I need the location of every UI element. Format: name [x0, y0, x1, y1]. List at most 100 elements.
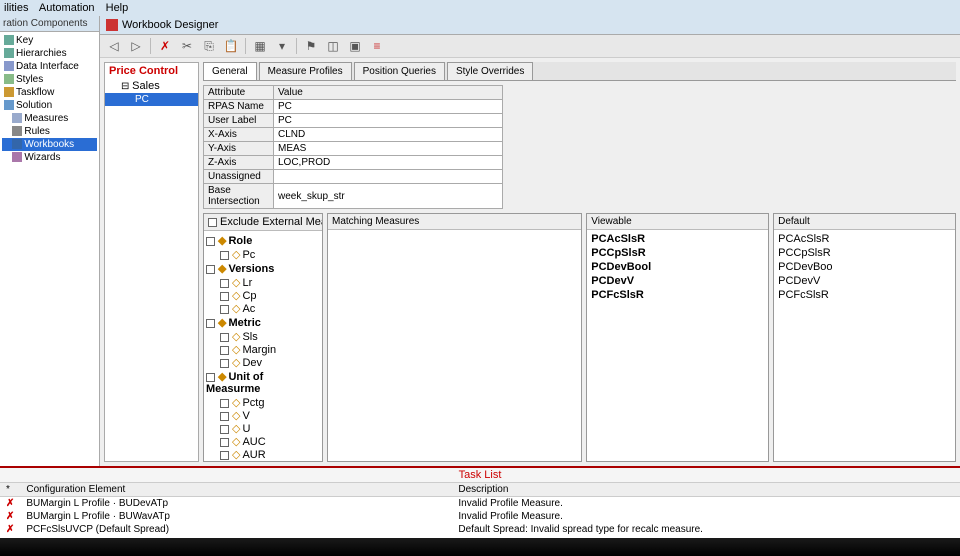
- group-versions[interactable]: ◆Versions: [206, 261, 320, 276]
- grid-button[interactable]: ▦: [252, 38, 268, 54]
- attr-col-value: Value: [274, 86, 503, 100]
- workbook-title-bar: Workbook Designer: [100, 16, 960, 35]
- copy-button[interactable]: ⎘: [201, 38, 217, 54]
- menu-bar: ilities Automation Help: [0, 0, 960, 16]
- table-row[interactable]: X-AxisCLND: [204, 128, 503, 142]
- component-measures[interactable]: Measures: [2, 112, 97, 125]
- table-row[interactable]: Z-AxisLOC,PROD: [204, 156, 503, 170]
- exclude-header: Exclude External Measures: [204, 214, 322, 231]
- workbook-nav[interactable]: Price Control ⊟ Sales PC: [104, 62, 199, 462]
- default-list[interactable]: PCAcSlsRPCCpSlsRPCDevBooPCDevVPCFcSlsR: [774, 230, 955, 461]
- table-row[interactable]: RPAS NamePC: [204, 100, 503, 114]
- component-hierarchies[interactable]: Hierarchies: [2, 47, 97, 60]
- component-key[interactable]: Key: [2, 34, 97, 47]
- list-item[interactable]: ◇Lr: [206, 276, 320, 289]
- task-row[interactable]: ✗BUMargin L Profile · BUWavATpInvalid Pr…: [0, 510, 960, 523]
- components-header: ration Components: [0, 16, 99, 32]
- task-list-title: Task List: [0, 468, 960, 483]
- chart-button[interactable]: ≡: [369, 38, 385, 54]
- component-styles[interactable]: Styles: [2, 73, 97, 86]
- task-list-panel: Task List *Configuration ElementDescript…: [0, 466, 960, 538]
- paste-button[interactable]: 📋: [223, 38, 239, 54]
- list-item[interactable]: ◇Margin: [206, 343, 320, 356]
- viewable-header: Viewable: [587, 214, 768, 230]
- default-header: Default: [774, 214, 955, 230]
- viewable-list[interactable]: PCAcSlsRPCCpSlsRPCDevBoolPCDevVPCFcSlsR: [587, 230, 768, 461]
- components-panel: ration Components KeyHierarchiesData Int…: [0, 16, 100, 466]
- tool2-button[interactable]: ▣: [347, 38, 363, 54]
- list-item[interactable]: ◇Pc: [206, 248, 320, 261]
- tool1-button[interactable]: ◫: [325, 38, 341, 54]
- tab-general[interactable]: General: [203, 62, 257, 80]
- component-workbooks[interactable]: Workbooks: [2, 138, 97, 151]
- list-item[interactable]: PCAcSlsR: [776, 232, 953, 246]
- task-list-table[interactable]: *Configuration ElementDescription✗BUMarg…: [0, 483, 960, 536]
- list-item[interactable]: PCAcSlsR: [589, 232, 766, 246]
- list-item[interactable]: ◇Sls: [206, 330, 320, 343]
- exclude-panel: Exclude External Measures ◆Role◇Pc◆Versi…: [203, 213, 323, 462]
- workbook-icon: [106, 19, 118, 31]
- table-row[interactable]: User LabelPC: [204, 114, 503, 128]
- list-item[interactable]: ◇U: [206, 422, 320, 435]
- list-item[interactable]: ◇Pctg: [206, 396, 320, 409]
- group-unit-of-measurme[interactable]: ◆Unit of Measurme: [206, 369, 320, 396]
- tab-measure-profiles[interactable]: Measure Profiles: [259, 62, 352, 80]
- nav-leaf[interactable]: PC: [105, 93, 198, 106]
- group-metric[interactable]: ◆Metric: [206, 315, 320, 330]
- nav-child[interactable]: ⊟ Sales: [105, 79, 198, 93]
- tabs: GeneralMeasure ProfilesPosition QueriesS…: [203, 62, 956, 81]
- component-rules[interactable]: Rules: [2, 125, 97, 138]
- group-role[interactable]: ◆Role: [206, 233, 320, 248]
- delete-button[interactable]: ✗: [157, 38, 173, 54]
- component-taskflow[interactable]: Taskflow: [2, 86, 97, 99]
- attributes-table[interactable]: AttributeValueRPAS NamePCUser LabelPCX-A…: [203, 85, 503, 209]
- list-item[interactable]: PCCpSlsR: [589, 246, 766, 260]
- list-item[interactable]: PCCpSlsR: [776, 246, 953, 260]
- exclude-all-checkbox[interactable]: [208, 218, 217, 227]
- list-item[interactable]: PCFcSlsR: [589, 288, 766, 302]
- menu-help[interactable]: Help: [106, 2, 129, 14]
- workbook-title: Workbook Designer: [122, 19, 218, 31]
- table-row[interactable]: Y-AxisMEAS: [204, 142, 503, 156]
- component-wizards[interactable]: Wizards: [2, 151, 97, 164]
- list-item[interactable]: PCDevBool: [589, 260, 766, 274]
- tasklist-col: Description: [452, 483, 960, 497]
- list-item[interactable]: ◇Ac: [206, 302, 320, 315]
- list-item[interactable]: ◇AUR: [206, 448, 320, 461]
- component-data-interface[interactable]: Data Interface: [2, 60, 97, 73]
- list-item[interactable]: PCDevV: [776, 274, 953, 288]
- exclude-tree[interactable]: ◆Role◇Pc◆Versions◇Lr◇Cp◇Ac◆Metric◇Sls◇Ma…: [204, 231, 322, 461]
- dropdown-button[interactable]: ▾: [274, 38, 290, 54]
- task-row[interactable]: ✗PCFcSlsUVCP (Default Spread)Default Spr…: [0, 523, 960, 536]
- cut-button[interactable]: ✂: [179, 38, 195, 54]
- component-solution[interactable]: Solution: [2, 99, 97, 112]
- matching-header: Matching Measures: [328, 214, 581, 230]
- back-button[interactable]: ◁: [106, 38, 122, 54]
- list-item[interactable]: PCDevV: [589, 274, 766, 288]
- menu-automation[interactable]: Automation: [39, 2, 95, 14]
- nav-root[interactable]: Price Control: [105, 63, 198, 79]
- table-row[interactable]: Unassigned: [204, 170, 503, 184]
- list-item[interactable]: ◇AUC: [206, 435, 320, 448]
- os-taskbar[interactable]: [0, 538, 960, 556]
- task-row[interactable]: ✗BUMargin L Profile · BUDevATpInvalid Pr…: [0, 497, 960, 511]
- list-item[interactable]: ◇Dev: [206, 356, 320, 369]
- components-tree[interactable]: KeyHierarchiesData InterfaceStylesTaskfl…: [0, 32, 99, 166]
- list-item[interactable]: ◇V: [206, 409, 320, 422]
- workbook-body: Price Control ⊟ Sales PC GeneralMeasure …: [100, 58, 960, 466]
- tab-style-overrides[interactable]: Style Overrides: [447, 62, 533, 80]
- attributes-table-container: AttributeValueRPAS NamePCUser LabelPCX-A…: [203, 85, 503, 209]
- forward-button[interactable]: ▷: [128, 38, 144, 54]
- list-item[interactable]: ◇Cp: [206, 289, 320, 302]
- flag-button[interactable]: ⚑: [303, 38, 319, 54]
- matching-body[interactable]: [328, 230, 581, 461]
- list-item[interactable]: PCDevBoo: [776, 260, 953, 274]
- tab-position-queries[interactable]: Position Queries: [354, 62, 445, 80]
- list-item[interactable]: PCFcSlsR: [776, 288, 953, 302]
- tasklist-col: Configuration Element: [20, 483, 452, 497]
- menu-utilities[interactable]: ilities: [4, 2, 28, 14]
- tasklist-col: *: [0, 483, 20, 497]
- attr-col-attribute: Attribute: [204, 86, 274, 100]
- table-row[interactable]: Base Intersectionweek_skup_str: [204, 184, 503, 209]
- default-panel: Default PCAcSlsRPCCpSlsRPCDevBooPCDevVPC…: [773, 213, 956, 462]
